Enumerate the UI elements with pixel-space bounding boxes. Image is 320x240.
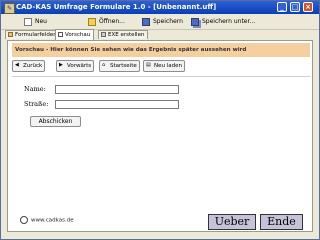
new-label: Neu: [35, 18, 47, 25]
preview-icon: [58, 32, 63, 37]
new-file-icon: [24, 17, 32, 26]
reload-button[interactable]: ▤ Neu laden: [143, 60, 185, 72]
save-as-label: Speichern unter...: [202, 18, 256, 25]
minimize-button[interactable]: _: [277, 2, 287, 12]
divider: [12, 76, 310, 77]
arrow-right-icon: ▶: [59, 62, 63, 68]
tab-vorschau[interactable]: Vorschau: [55, 29, 95, 40]
street-label: Straße:: [24, 100, 49, 108]
submit-button[interactable]: Abschicken: [30, 116, 81, 127]
arrow-left-icon: ◀: [15, 62, 19, 68]
tab-strip: Formularfelder Vorschau EXE erstellen: [1, 29, 319, 40]
website-link[interactable]: www.cadkas.de: [20, 216, 74, 224]
cadkas-logo-icon: [20, 216, 28, 224]
home-icon: ⌂: [102, 62, 106, 68]
preview-panel: Vorschau - Hier können Sie sehen wie das…: [7, 40, 313, 232]
window-title: CAD-KAS Umfrage Formulare 1.0 - [Unbenan…: [16, 3, 217, 11]
save-as-icon: [191, 17, 199, 26]
save-button[interactable]: Speichern: [142, 16, 183, 28]
open-label: Öffnen...: [99, 18, 125, 25]
reload-label: Neu laden: [154, 63, 182, 69]
tab-exe-erstellen[interactable]: EXE erstellen: [98, 30, 149, 39]
preview-banner: Vorschau - Hier können Sie sehen wie das…: [12, 43, 310, 57]
save-as-button[interactable]: Speichern unter...: [191, 16, 255, 28]
save-label: Speichern: [153, 18, 183, 25]
folder-open-icon: [88, 17, 96, 26]
tab-label: EXE erstellen: [108, 32, 145, 38]
tab-label: Vorschau: [65, 32, 91, 38]
forward-button[interactable]: ▶ Vorwärts: [56, 60, 95, 72]
open-button[interactable]: Öffnen...: [88, 16, 125, 28]
website-text: www.cadkas.de: [31, 217, 74, 224]
close-button[interactable]: ×: [303, 2, 313, 12]
home-button[interactable]: ⌂ Startseite: [99, 60, 140, 72]
name-field[interactable]: [55, 85, 179, 94]
name-label: Name:: [24, 85, 46, 93]
maximize-button[interactable]: □: [290, 2, 300, 12]
new-button[interactable]: Neu: [24, 16, 47, 28]
exit-button[interactable]: Ende: [260, 214, 303, 230]
toolbar: Neu Öffnen... Speichern Speichern unter.…: [1, 15, 319, 30]
reload-page-icon: ▤: [146, 62, 151, 68]
back-label: Zurück: [23, 63, 43, 69]
forward-label: Vorwärts: [67, 63, 92, 69]
app-icon: ✎: [4, 3, 15, 14]
about-button[interactable]: Ueber: [208, 214, 256, 230]
title-bar[interactable]: ✎ CAD-KAS Umfrage Formulare 1.0 - [Unben…: [1, 1, 319, 14]
form-fields-icon: [8, 32, 13, 37]
home-label: Startseite: [110, 63, 137, 69]
exe-build-icon: [101, 32, 106, 37]
tab-label: Formularfelder: [15, 32, 56, 38]
app-window: ✎ CAD-KAS Umfrage Formulare 1.0 - [Unben…: [0, 0, 320, 240]
back-button[interactable]: ◀ Zurück: [12, 60, 46, 72]
floppy-disk-icon: [142, 17, 150, 26]
street-field[interactable]: [55, 100, 179, 109]
tab-formularfelder[interactable]: Formularfelder: [5, 30, 60, 39]
